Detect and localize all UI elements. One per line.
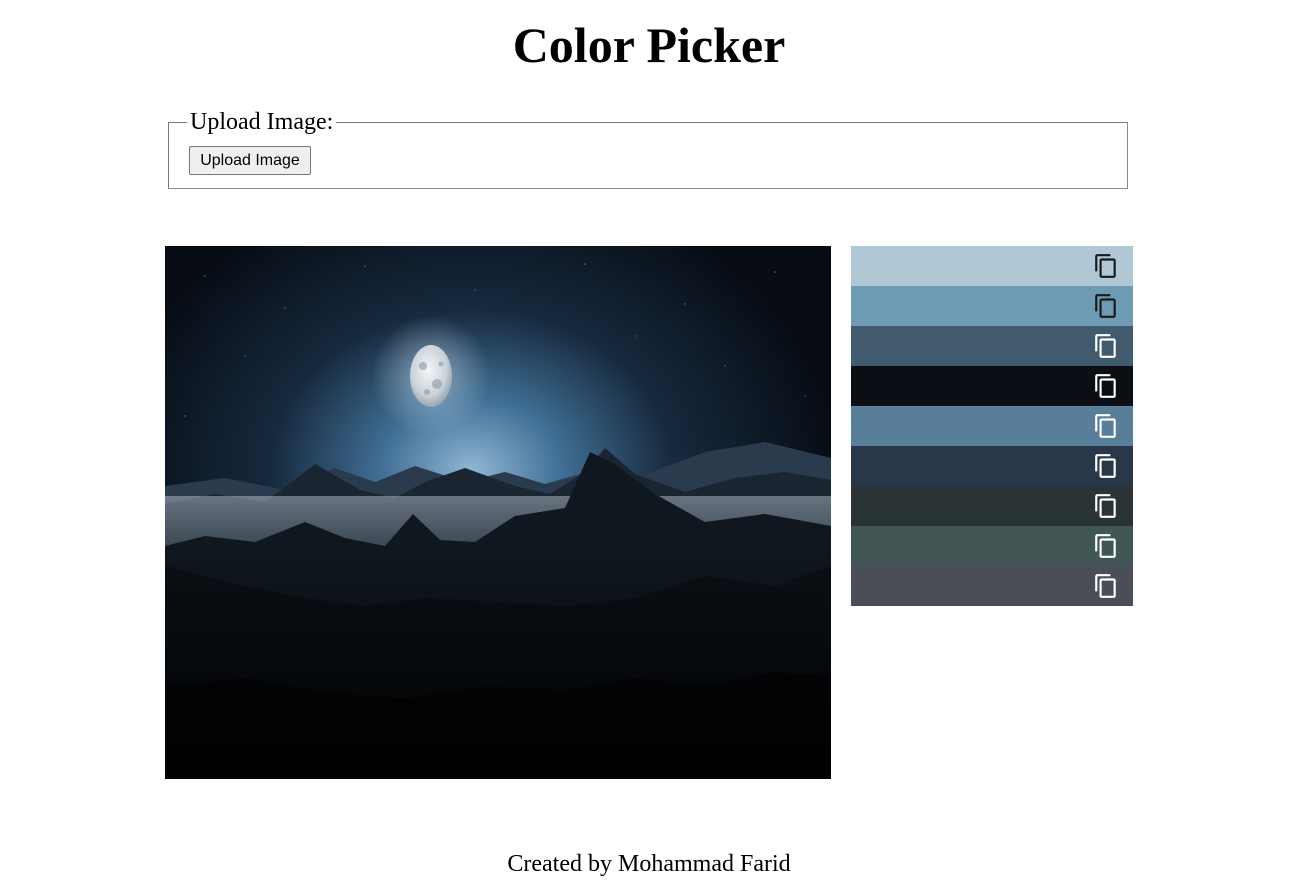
copy-icon[interactable] [1093, 493, 1119, 519]
copy-icon[interactable] [1093, 413, 1119, 439]
copy-icon[interactable] [1093, 293, 1119, 319]
color-swatch [851, 486, 1133, 526]
footer-credit: Created by Mohammad Farid [507, 851, 791, 877]
color-swatch [851, 526, 1133, 566]
copy-icon[interactable] [1093, 533, 1119, 559]
upload-fieldset: Upload Image: Upload Image [168, 109, 1128, 189]
color-swatch [851, 366, 1133, 406]
copy-icon[interactable] [1093, 453, 1119, 479]
copy-icon[interactable] [1093, 253, 1119, 279]
color-swatch [851, 326, 1133, 366]
color-swatch [851, 446, 1133, 486]
color-swatch [851, 566, 1133, 606]
color-palette [851, 246, 1133, 606]
copy-icon[interactable] [1093, 573, 1119, 599]
uploaded-image [165, 246, 831, 779]
color-swatch [851, 286, 1133, 326]
color-swatch [851, 406, 1133, 446]
copy-icon[interactable] [1093, 373, 1119, 399]
page-title: Color Picker [512, 17, 786, 73]
color-swatch [851, 246, 1133, 286]
copy-icon[interactable] [1093, 333, 1119, 359]
upload-legend: Upload Image: [187, 109, 337, 135]
upload-image-button[interactable]: Upload Image [189, 146, 311, 175]
